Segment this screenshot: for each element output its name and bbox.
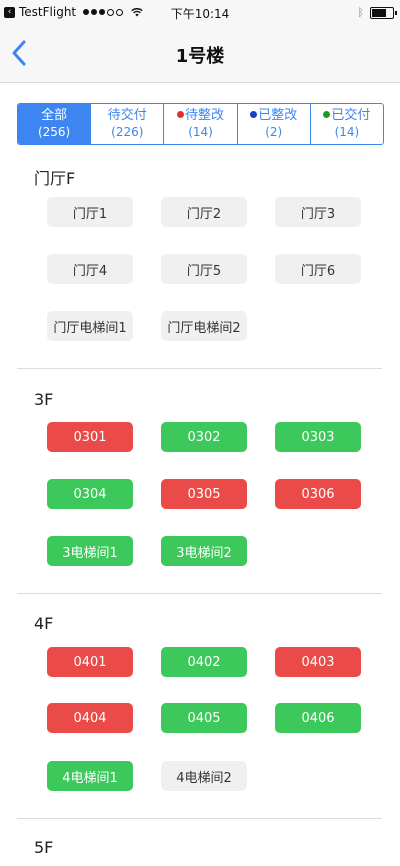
room-button[interactable]: 0306 (275, 479, 361, 509)
room-button[interactable]: 0406 (275, 703, 361, 733)
room-button[interactable]: 门厅电梯间2 (161, 311, 247, 341)
room-button[interactable]: 门厅6 (275, 254, 361, 284)
room-button[interactable]: 0403 (275, 647, 361, 677)
filter-count: (14) (188, 125, 213, 139)
filter-label: 待交付 (108, 108, 147, 123)
status-time: 下午10:14 (170, 7, 230, 21)
battery-icon (370, 6, 397, 19)
room-button[interactable]: 3电梯间1 (47, 536, 133, 566)
filter-count: (2) (265, 125, 283, 139)
filter-label-text: 待交付 (107, 108, 147, 123)
room-button[interactable]: 0301 (47, 422, 133, 452)
floor-title: 5F (34, 838, 54, 857)
room-button[interactable]: 0402 (161, 647, 247, 677)
floor-title: 门厅F (34, 169, 76, 188)
filter-tab-2[interactable]: 待整改 (14) (163, 104, 237, 144)
page-title: 1号楼 (175, 46, 225, 67)
filter-label-text: 已交付 (331, 108, 371, 123)
room-button[interactable]: 0405 (161, 703, 247, 733)
section-divider (17, 593, 382, 594)
room-button[interactable]: 0305 (161, 479, 247, 509)
status-right: ᛒ (357, 6, 397, 19)
room-button[interactable]: 0404 (47, 703, 133, 733)
status-bar: ‹ TestFlight 下午10:14 ᛒ (0, 0, 400, 26)
room-button[interactable]: 门厅电梯间1 (47, 311, 133, 341)
filter-label-text: 全部 (41, 108, 68, 123)
room-button[interactable]: 门厅2 (161, 197, 247, 227)
filter-label: 已整改 (250, 108, 297, 123)
room-button[interactable]: 4电梯间1 (47, 761, 133, 791)
filter-label-text: 待整改 (185, 108, 225, 123)
navigation-bar: 1号楼 (0, 26, 400, 83)
room-button[interactable]: 门厅4 (47, 254, 133, 284)
room-button[interactable]: 0303 (275, 422, 361, 452)
filter-tab-0[interactable]: 全部 (256) (18, 104, 91, 144)
filter-label: 待整改 (177, 108, 224, 123)
filter-count: (226) (111, 125, 144, 139)
filter-tab-1[interactable]: 待交付 (226) (90, 104, 164, 144)
section-divider (17, 368, 382, 369)
status-filter: 全部 (256) 待交付 (226) 待整改 (14) 已整改 (2) 已交付 (14) (17, 103, 384, 145)
section-divider (17, 818, 382, 819)
filter-tab-4[interactable]: 已交付 (14) (309, 104, 383, 144)
filter-label-text: 已整改 (258, 108, 298, 123)
room-button[interactable]: 0401 (47, 647, 133, 677)
bluetooth-icon: ᛒ (357, 6, 364, 19)
floor-title: 3F (34, 390, 54, 409)
room-button[interactable]: 0304 (47, 479, 133, 509)
room-button[interactable]: 门厅1 (47, 197, 133, 227)
filter-count: (256) (37, 125, 71, 139)
filter-label: 已交付 (323, 108, 370, 123)
room-button[interactable]: 0302 (161, 422, 247, 452)
floor-title: 4F (34, 614, 54, 633)
status-dot-icon (177, 111, 184, 118)
room-button[interactable]: 3电梯间2 (161, 536, 247, 566)
filter-count: (14) (334, 125, 360, 139)
filter-label: 全部 (41, 108, 67, 123)
status-dot-icon (250, 111, 258, 118)
room-button[interactable]: 门厅3 (275, 197, 361, 227)
status-dot-icon (323, 111, 331, 118)
room-button[interactable]: 4电梯间2 (161, 761, 247, 791)
room-button[interactable]: 门厅5 (161, 254, 247, 284)
filter-tab-3[interactable]: 已整改 (2) (236, 104, 310, 144)
